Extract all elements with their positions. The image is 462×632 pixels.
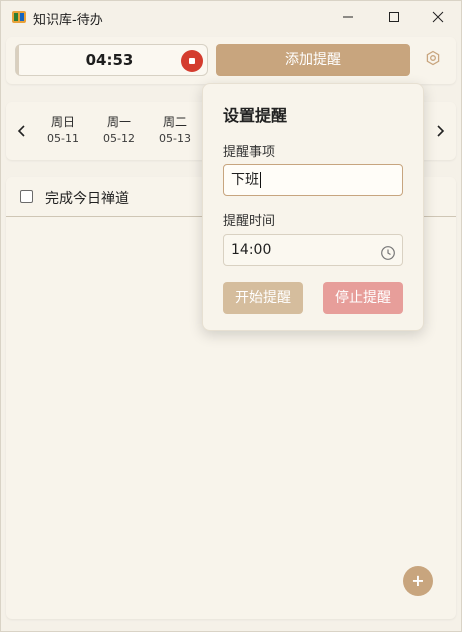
app-window: 知识库-待办 04:53 添加提醒 周日 05-11 周一 05-12 周二 0… — [0, 0, 462, 632]
day-name: 周二 — [162, 115, 187, 129]
stop-reminder-button[interactable]: 停止提醒 — [323, 282, 403, 314]
day-date: 05-12 — [103, 132, 135, 145]
timer-display: 04:53 — [15, 44, 208, 76]
day-name: 周一 — [106, 115, 131, 129]
popup-title: 设置提醒 — [223, 106, 288, 125]
app-icon — [11, 9, 27, 25]
add-reminder-button[interactable]: 添加提醒 — [216, 44, 410, 76]
close-button[interactable] — [415, 1, 461, 33]
maximize-icon — [388, 8, 400, 27]
reminder-time-input[interactable]: 14:00 — [223, 234, 403, 266]
stop-timer-button[interactable] — [181, 50, 203, 72]
day-date: 05-13 — [159, 132, 191, 145]
reminder-item-value: 下班 — [231, 172, 259, 188]
day-monday[interactable]: 周一 05-12 — [97, 113, 141, 147]
plus-icon: + — [411, 571, 425, 590]
window-title: 知识库-待办 — [33, 13, 103, 28]
day-name: 周日 — [50, 115, 75, 129]
title-bar: 知识库-待办 — [1, 1, 461, 33]
start-reminder-button[interactable]: 开始提醒 — [223, 282, 303, 314]
maximize-button[interactable] — [371, 1, 417, 33]
add-todo-button[interactable]: + — [403, 566, 433, 596]
stop-icon — [189, 58, 195, 64]
day-date: 05-11 — [47, 132, 79, 145]
settings-icon — [425, 50, 441, 70]
day-sunday[interactable]: 周日 05-11 — [41, 113, 85, 147]
chevron-left-icon — [17, 122, 27, 141]
todo-checkbox[interactable] — [20, 190, 33, 203]
next-week-button[interactable] — [432, 121, 448, 141]
close-icon — [432, 8, 444, 27]
minimize-icon — [342, 8, 354, 27]
minimize-button[interactable] — [325, 1, 371, 33]
reminder-item-label: 提醒事项 — [223, 145, 276, 160]
todo-label: 完成今日禅道 — [45, 191, 129, 207]
settings-button[interactable] — [422, 49, 444, 71]
clock-icon[interactable] — [380, 242, 396, 260]
reminder-item-input[interactable]: 下班 — [223, 164, 403, 196]
chevron-right-icon — [435, 122, 445, 141]
reminder-time-value: 14:00 — [231, 242, 272, 258]
text-caret — [260, 172, 261, 188]
toolbar: 04:53 添加提醒 — [6, 37, 456, 84]
day-tuesday[interactable]: 周二 05-13 — [153, 113, 197, 147]
prev-week-button[interactable] — [14, 121, 30, 141]
reminder-time-label: 提醒时间 — [223, 214, 276, 229]
reminder-popup: 设置提醒 提醒事项 下班 提醒时间 14:00 开始提醒 停止提醒 — [202, 83, 424, 331]
